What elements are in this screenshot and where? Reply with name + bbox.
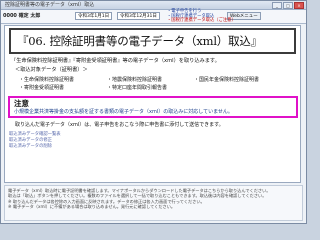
action-links: 取込済みデータ確認一覧表 取込済みデータの修正 取込済みデータの削除 [9, 132, 61, 150]
footer-line: ※ 電子データ（xml）に不備がある場合は取り込めません。発行元に確認してくださ… [8, 204, 176, 210]
minimize-button[interactable]: _ [272, 2, 282, 9]
date-from-field[interactable]: 令和3年1月1日 [75, 12, 113, 20]
window-title: 控除証明書等の電子データ（xml）取込 [5, 2, 95, 8]
taxpayer-label: 0000 確定 太郎 [3, 13, 41, 19]
title-bar: 控除証明書等の電子データ（xml）取込 _ □ × [1, 1, 306, 10]
app-window: 控除証明書等の電子データ（xml）取込 _ □ × 0000 確定 太郎 令和3… [0, 0, 307, 224]
list-item: ・寄附金受領証明書 [19, 85, 65, 91]
maximize-button[interactable]: □ [283, 2, 293, 9]
list-row: ・生命保険料控除証明書 ・地震保険料控除証明書 ・国民年金保険料控除証明書 [19, 76, 294, 84]
target-data-list: ・生命保険料控除証明書 ・地震保険料控除証明書 ・国民年金保険料控除証明書 ・寄… [19, 76, 294, 92]
target-data-title: ＜取込対象データ（証明書）＞ [15, 67, 88, 73]
page-title: 『06. 控除証明書等の電子データ（xml）取込』 [17, 34, 263, 48]
date-to-field[interactable]: 令和3年12月31日 [117, 12, 160, 20]
list-item: ・地震保険料控除証明書 [107, 77, 163, 83]
intro-text: 『生命保険料控除証明書』『寄附金受領証明書』等の電子データ（xml）を取り込みま… [11, 58, 220, 64]
caution-box: 注意 小規模企業共済等掛金の支払額を証する書類の電子データ（xml）の取込みに対… [8, 96, 298, 118]
toolbar: 0000 確定 太郎 令和3年1月1日 令和3年12月31日 Webメニュー ・… [1, 9, 306, 24]
link-nta-import-caution[interactable]: ・国税庁連携データ取込（ご注意） [167, 18, 236, 24]
note-text: 取り込んだ電子データ（xml）は、電子申告をおこなう際に申告書に添付して送信でき… [15, 122, 224, 128]
list-item: ・特定口座年間取引報告書 [107, 85, 168, 91]
list-item: ・生命保険料控除証明書 [19, 77, 75, 83]
heading-box: 『06. 控除証明書等の電子データ（xml）取込』 [9, 28, 296, 54]
list-row: ・寄附金受領証明書 ・特定口座年間取引報告書 [19, 84, 294, 92]
footer-help-panel: 電子データ（xml）取込時に電子証明書を確認します。マイナポータルからダウンロー… [4, 185, 303, 221]
window-controls: _ □ × [272, 2, 304, 9]
toolbar-links: ・電子申告を行う ・国税庁連携データ取込 ・国税庁連携データ取込（ご注意） [167, 9, 236, 24]
content-panel: 『06. 控除証明書等の電子データ（xml）取込』 『生命保険料控除証明書』『寄… [4, 25, 301, 183]
caution-message: 小規模企業共済等掛金の支払額を証する書類の電子データ（xml）の取込みに対応して… [14, 109, 233, 115]
close-button[interactable]: × [294, 2, 304, 9]
caution-label: 注意 [14, 99, 29, 108]
list-item: ・国民年金保険料控除証明書 [194, 77, 260, 83]
link-imported-delete[interactable]: 取込済みデータの削除 [9, 144, 61, 150]
